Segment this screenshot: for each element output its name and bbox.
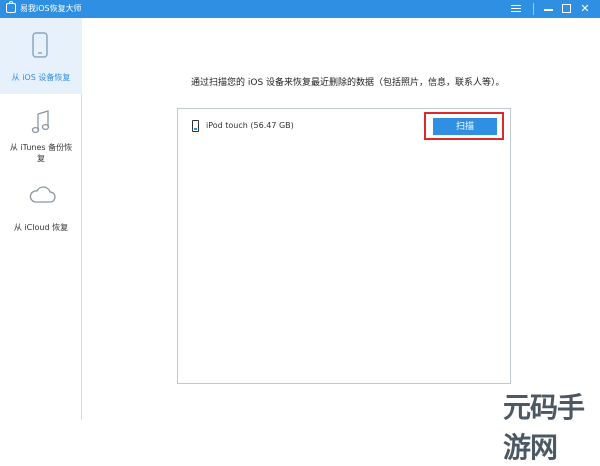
sidebar-item-label: 从 iCloud 恢复 (13, 223, 69, 232)
titlebar-divider (533, 3, 534, 15)
menu-icon (511, 5, 521, 14)
minimize-icon (544, 9, 553, 11)
sidebar-item-ios-device[interactable]: 从 iOS 设备恢复 (0, 18, 82, 94)
music-note-icon (31, 110, 50, 134)
instruction-text: 通过扫描您的 iOS 设备来恢复最近删除的数据（包括照片，信息，联系人等）。 (191, 78, 505, 88)
minimize-button[interactable] (540, 0, 558, 18)
sidebar-item-icloud[interactable]: 从 iCloud 恢复 (0, 182, 82, 242)
ipod-icon (192, 120, 199, 132)
device-name: iPod touch (56.47 GB) (206, 121, 294, 130)
app-title: 易我iOS恢复大师 (20, 4, 82, 13)
sidebar-item-itunes[interactable]: 从 iTunes 备份恢复 (0, 104, 82, 174)
device-list-panel: iPod touch (56.47 GB) 扫描 (177, 108, 511, 384)
title-bar: 易我iOS恢复大师 ✕ (0, 0, 600, 18)
app-logo-icon (6, 1, 16, 13)
scan-button-highlight: 扫描 (424, 112, 504, 140)
sidebar-item-label: 从 iTunes 备份恢复 (9, 143, 73, 163)
menu-button[interactable] (507, 0, 525, 18)
maximize-icon (562, 4, 571, 13)
scan-button[interactable]: 扫描 (433, 118, 497, 135)
close-icon: ✕ (580, 2, 590, 15)
cloud-icon (29, 186, 56, 203)
sidebar: 从 iOS 设备恢复 从 iTunes 备份恢复 从 iCloud 恢复 (0, 18, 82, 420)
maximize-button[interactable] (558, 0, 576, 18)
watermark-logo: 元码手游网 (503, 391, 585, 464)
phone-icon (32, 32, 48, 58)
close-button[interactable]: ✕ (576, 0, 594, 18)
sidebar-item-label: 从 iOS 设备恢复 (11, 73, 71, 82)
